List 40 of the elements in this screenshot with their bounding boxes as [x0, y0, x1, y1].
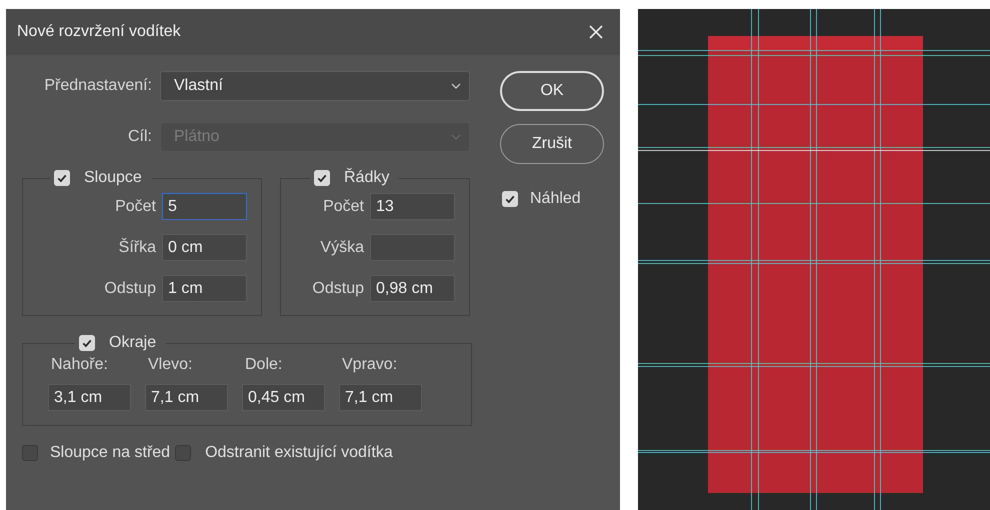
- checkbox[interactable]: [22, 445, 38, 461]
- check-icon: [81, 337, 93, 349]
- caret-icon: [451, 134, 461, 140]
- field-label: Šířka: [118, 238, 156, 256]
- window-title: Nové rozvržení vodítek: [17, 23, 181, 41]
- input-field[interactable]: 3,1 cm: [48, 384, 131, 411]
- check-icon: [316, 172, 328, 184]
- check-icon: [56, 172, 68, 184]
- group-label: Okraje: [109, 334, 156, 352]
- field-label: Odstup: [104, 280, 156, 298]
- field-label: Cíl:: [127, 128, 152, 146]
- field-label: Nahoře:: [50, 356, 109, 374]
- field-label: Vlevo:: [147, 356, 194, 374]
- field-label: Výška: [319, 238, 364, 256]
- input-field[interactable]: 1 cm: [162, 275, 247, 302]
- checkbox[interactable]: [175, 445, 192, 461]
- input-field[interactable]: 5: [162, 193, 247, 220]
- field-label: Vpravo:: [341, 356, 398, 374]
- input-field[interactable]: 0 cm: [162, 234, 247, 261]
- dropdown-value: Vlastní: [174, 77, 223, 95]
- input-field[interactable]: 13: [370, 193, 455, 220]
- dialog-button[interactable]: Zrušit: [500, 124, 604, 164]
- input-field[interactable]: 7,1 cm: [145, 384, 228, 411]
- check-icon: [504, 193, 516, 205]
- input-field[interactable]: 0,98 cm: [370, 275, 455, 302]
- caret-icon: [451, 83, 461, 89]
- checkbox-label: Sloupce na střed: [50, 444, 170, 462]
- input-field[interactable]: 0,45 cm: [242, 384, 325, 411]
- field-label: Přednastavení:: [43, 77, 152, 95]
- dialog-button[interactable]: OK: [500, 71, 604, 111]
- group-label: Řádky: [344, 169, 390, 187]
- field-label: Dole:: [244, 356, 284, 374]
- checkbox-label: Náhled: [530, 190, 581, 208]
- group-label: Sloupce: [84, 169, 142, 187]
- field-label: Počet: [322, 198, 364, 216]
- checkbox-label: Odstranit existující vodítka: [205, 444, 393, 462]
- input-field[interactable]: 7,1 cm: [339, 384, 422, 411]
- field-label: Počet: [114, 198, 156, 216]
- field-label: Odstup: [312, 280, 364, 298]
- dropdown[interactable]: Vlastní: [160, 71, 470, 101]
